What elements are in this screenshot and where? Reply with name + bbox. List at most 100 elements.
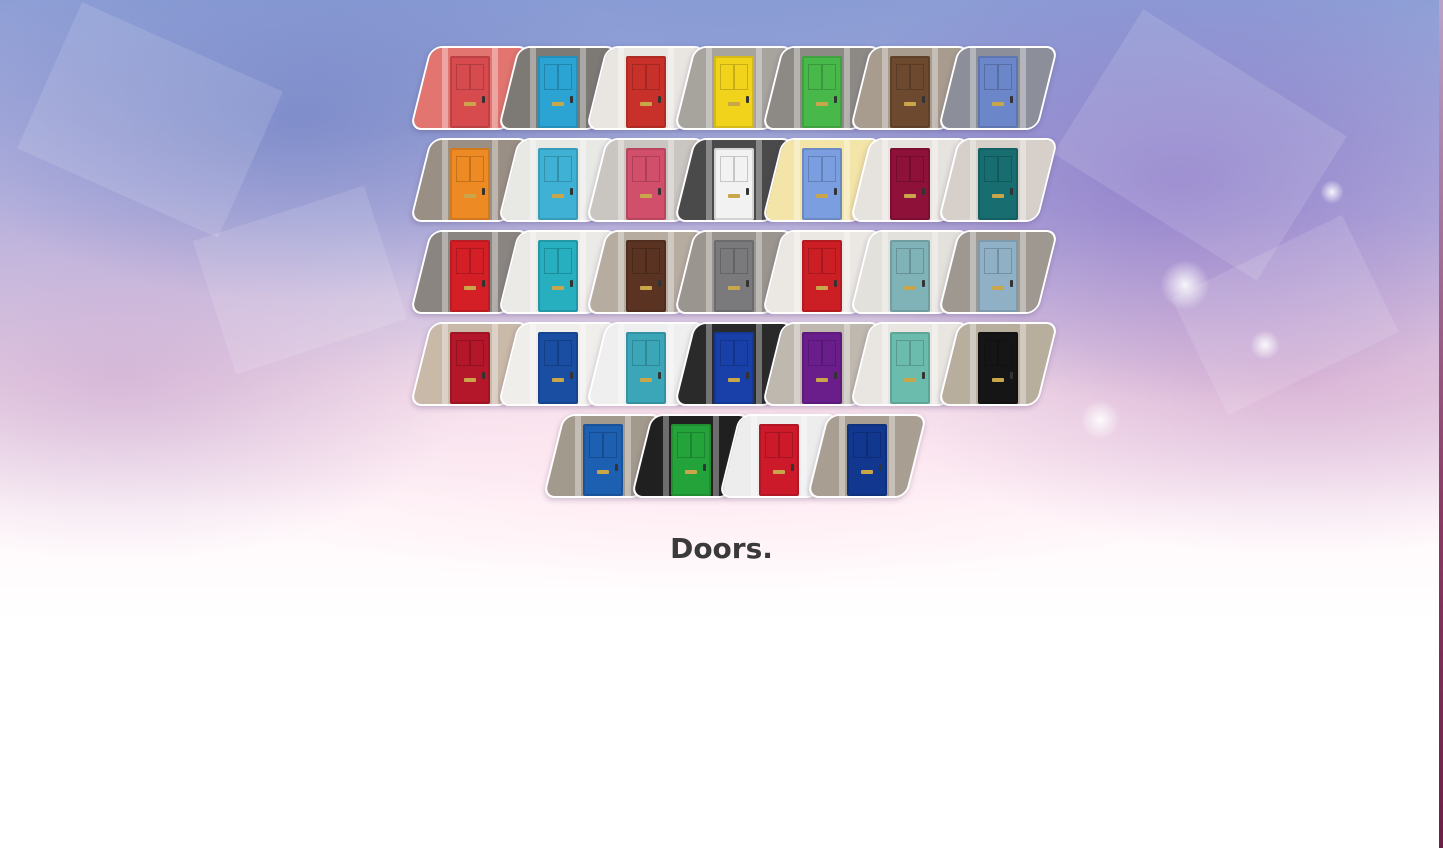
letterbox	[552, 194, 564, 198]
letterbox	[992, 194, 1004, 198]
door-frame	[492, 48, 498, 128]
letterbox	[685, 470, 697, 474]
gallery-caption: Doors.	[670, 532, 773, 565]
door-knob	[658, 188, 661, 195]
door-knob	[658, 96, 661, 103]
letterbox	[816, 286, 828, 290]
door-frame	[1020, 48, 1026, 128]
door-knob	[570, 188, 573, 195]
door-frame	[575, 416, 581, 496]
door-frame	[1020, 232, 1026, 312]
door	[626, 332, 666, 404]
door	[626, 148, 666, 220]
letterbox	[552, 378, 564, 382]
door	[583, 424, 623, 496]
door	[802, 332, 842, 404]
door-frame	[889, 416, 895, 496]
door	[714, 240, 754, 312]
door-frame	[706, 48, 712, 128]
door-knob	[1010, 188, 1013, 195]
door-frame	[932, 232, 938, 312]
door-frame	[668, 232, 674, 312]
door-knob	[658, 280, 661, 287]
door-frame	[882, 232, 888, 312]
door	[450, 240, 490, 312]
letterbox	[728, 378, 740, 382]
letterbox	[728, 286, 740, 290]
letterbox	[552, 286, 564, 290]
letterbox	[861, 470, 873, 474]
door-tile[interactable]	[937, 230, 1059, 314]
door	[802, 240, 842, 312]
door-frame	[625, 416, 631, 496]
door-frame	[932, 140, 938, 220]
door	[978, 148, 1018, 220]
door	[538, 148, 578, 220]
door-frame	[706, 324, 712, 404]
door-knob	[1010, 96, 1013, 103]
door-tile[interactable]	[937, 138, 1059, 222]
door	[450, 148, 490, 220]
door-frame	[970, 232, 976, 312]
door-frame	[970, 140, 976, 220]
door	[847, 424, 887, 496]
door-knob	[746, 188, 749, 195]
letterbox	[464, 286, 476, 290]
door-frame	[530, 232, 536, 312]
door	[714, 332, 754, 404]
letterbox	[728, 102, 740, 106]
door-knob	[482, 280, 485, 287]
door-tile[interactable]	[937, 322, 1059, 406]
door-tile[interactable]	[806, 414, 928, 498]
door-frame	[1020, 140, 1026, 220]
door	[890, 332, 930, 404]
door-frame	[844, 48, 850, 128]
door	[978, 240, 1018, 312]
letterbox	[816, 378, 828, 382]
door-knob	[834, 188, 837, 195]
door-frame	[882, 324, 888, 404]
door-frame	[530, 140, 536, 220]
door-knob	[746, 280, 749, 287]
door-knob	[482, 372, 485, 379]
door	[890, 56, 930, 128]
door-frame	[442, 232, 448, 312]
letterbox	[464, 102, 476, 106]
letterbox	[816, 102, 828, 106]
door-knob	[703, 464, 706, 471]
letterbox	[773, 470, 785, 474]
door-frame	[492, 232, 498, 312]
door	[802, 56, 842, 128]
door-frame	[442, 140, 448, 220]
letterbox	[904, 286, 916, 290]
door-knob	[922, 96, 925, 103]
letterbox	[728, 194, 740, 198]
door-frame	[801, 416, 807, 496]
door-knob	[746, 96, 749, 103]
door-frame	[580, 140, 586, 220]
door-frame	[756, 232, 762, 312]
door-frame	[844, 232, 850, 312]
door	[450, 56, 490, 128]
door-frame	[668, 48, 674, 128]
door-frame	[713, 416, 719, 496]
door-frame	[794, 232, 800, 312]
letterbox	[640, 102, 652, 106]
letterbox	[992, 286, 1004, 290]
door-frame	[530, 48, 536, 128]
letterbox	[904, 378, 916, 382]
door-frame	[756, 324, 762, 404]
door-frame	[756, 140, 762, 220]
door-frame	[932, 324, 938, 404]
door-frame	[618, 232, 624, 312]
door-photo	[806, 416, 928, 496]
letterbox	[640, 194, 652, 198]
door-frame	[618, 140, 624, 220]
letterbox	[992, 102, 1004, 106]
door	[538, 240, 578, 312]
door-knob	[834, 372, 837, 379]
door-tile[interactable]	[937, 46, 1059, 130]
door-gallery	[0, 0, 1443, 520]
door-knob	[922, 280, 925, 287]
door-knob	[746, 372, 749, 379]
